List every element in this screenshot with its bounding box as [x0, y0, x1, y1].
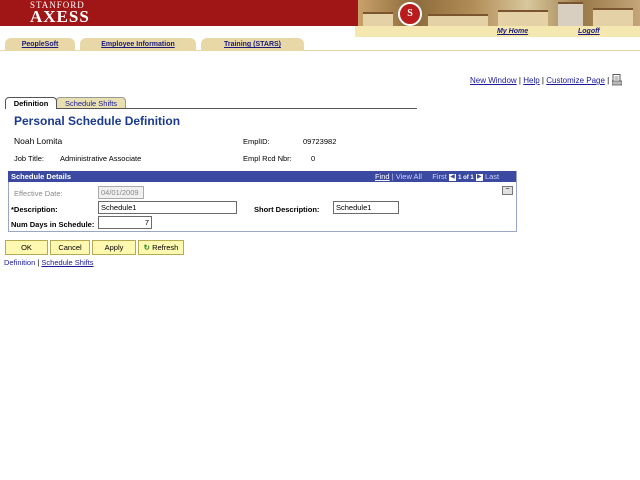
- page-title: Personal Schedule Definition: [14, 114, 181, 128]
- nav-peoplesoft[interactable]: PeopleSoft: [5, 38, 75, 50]
- grid-navigation: Find | View All First ◀ 1 of 1 ▶ Last: [375, 172, 499, 181]
- footer-definition-link[interactable]: Definition: [4, 258, 35, 267]
- customize-page-link[interactable]: Customize Page: [546, 76, 605, 85]
- next-arrow-icon[interactable]: ▶: [475, 173, 483, 181]
- new-window-link[interactable]: New Window: [470, 76, 517, 85]
- emplid-value: 09723982: [303, 137, 337, 146]
- toplink-bar-spacer: [0, 26, 355, 37]
- logoff-link[interactable]: Logoff: [578, 28, 600, 35]
- util-separator: |: [518, 76, 521, 85]
- schedule-details-title: Schedule Details: [11, 172, 72, 181]
- nav-training-stars[interactable]: Training (STARS): [201, 38, 304, 50]
- help-link[interactable]: Help: [523, 76, 539, 85]
- first-link[interactable]: First: [432, 172, 447, 181]
- utility-links: New Window | Help | Customize Page |: [470, 76, 609, 85]
- ok-button[interactable]: OK: [5, 240, 48, 255]
- emplid-label: EmplID:: [243, 137, 270, 146]
- grid-nav-separator: |: [391, 172, 394, 181]
- short-description-label: Short Description:: [254, 205, 320, 214]
- util-separator: |: [607, 76, 610, 85]
- footer-separator: |: [37, 258, 40, 267]
- description-label: *Description:: [11, 205, 58, 214]
- num-days-label: Num Days in Schedule:: [11, 220, 95, 229]
- my-home-link[interactable]: My Home: [497, 28, 528, 35]
- campus-photo-banner: S: [358, 0, 640, 26]
- refresh-button-label: Refresh: [152, 243, 179, 252]
- print-icon[interactable]: [612, 74, 622, 86]
- last-link[interactable]: Last: [485, 172, 499, 181]
- tab-definition[interactable]: Definition: [5, 97, 57, 109]
- main-nav: PeopleSoft Employee Information Training…: [0, 38, 640, 50]
- effective-date-label: Effective Date:: [14, 189, 63, 198]
- footer-links: Definition | Schedule Shifts: [4, 258, 94, 267]
- refresh-icon: ↻: [143, 243, 150, 252]
- util-separator: |: [541, 76, 544, 85]
- find-link[interactable]: Find: [375, 172, 390, 181]
- effective-date-field: 04/01/2009: [98, 186, 144, 199]
- view-all-link[interactable]: View All: [396, 172, 422, 181]
- footer-schedule-shifts-link[interactable]: Schedule Shifts: [41, 258, 93, 267]
- job-title-label: Job Title:: [14, 154, 45, 163]
- row-position: 1 of 1: [458, 175, 474, 181]
- apply-button[interactable]: Apply: [92, 240, 136, 255]
- logo-axess-text: AXESS: [30, 7, 90, 26]
- description-input[interactable]: Schedule1: [98, 201, 237, 214]
- num-days-input[interactable]: 7: [98, 216, 152, 229]
- refresh-button[interactable]: ↻ Refresh: [138, 240, 184, 255]
- stanford-seal-icon: S: [398, 2, 422, 26]
- tab-divider: [5, 108, 417, 109]
- nav-divider: [0, 50, 640, 51]
- cancel-button[interactable]: Cancel: [50, 240, 90, 255]
- job-title-value: Administrative Associate: [60, 154, 142, 163]
- empl-rcd-label: Empl Rcd Nbr:: [243, 154, 292, 163]
- previous-arrow-icon[interactable]: ◀: [448, 173, 456, 181]
- collapse-row-button[interactable]: −: [502, 186, 513, 195]
- empl-rcd-value: 0: [311, 154, 316, 163]
- nav-employee-information[interactable]: Employee Information: [80, 38, 196, 50]
- employee-name: Noah Lomita: [14, 136, 63, 146]
- short-description-input[interactable]: Schedule1: [333, 201, 399, 214]
